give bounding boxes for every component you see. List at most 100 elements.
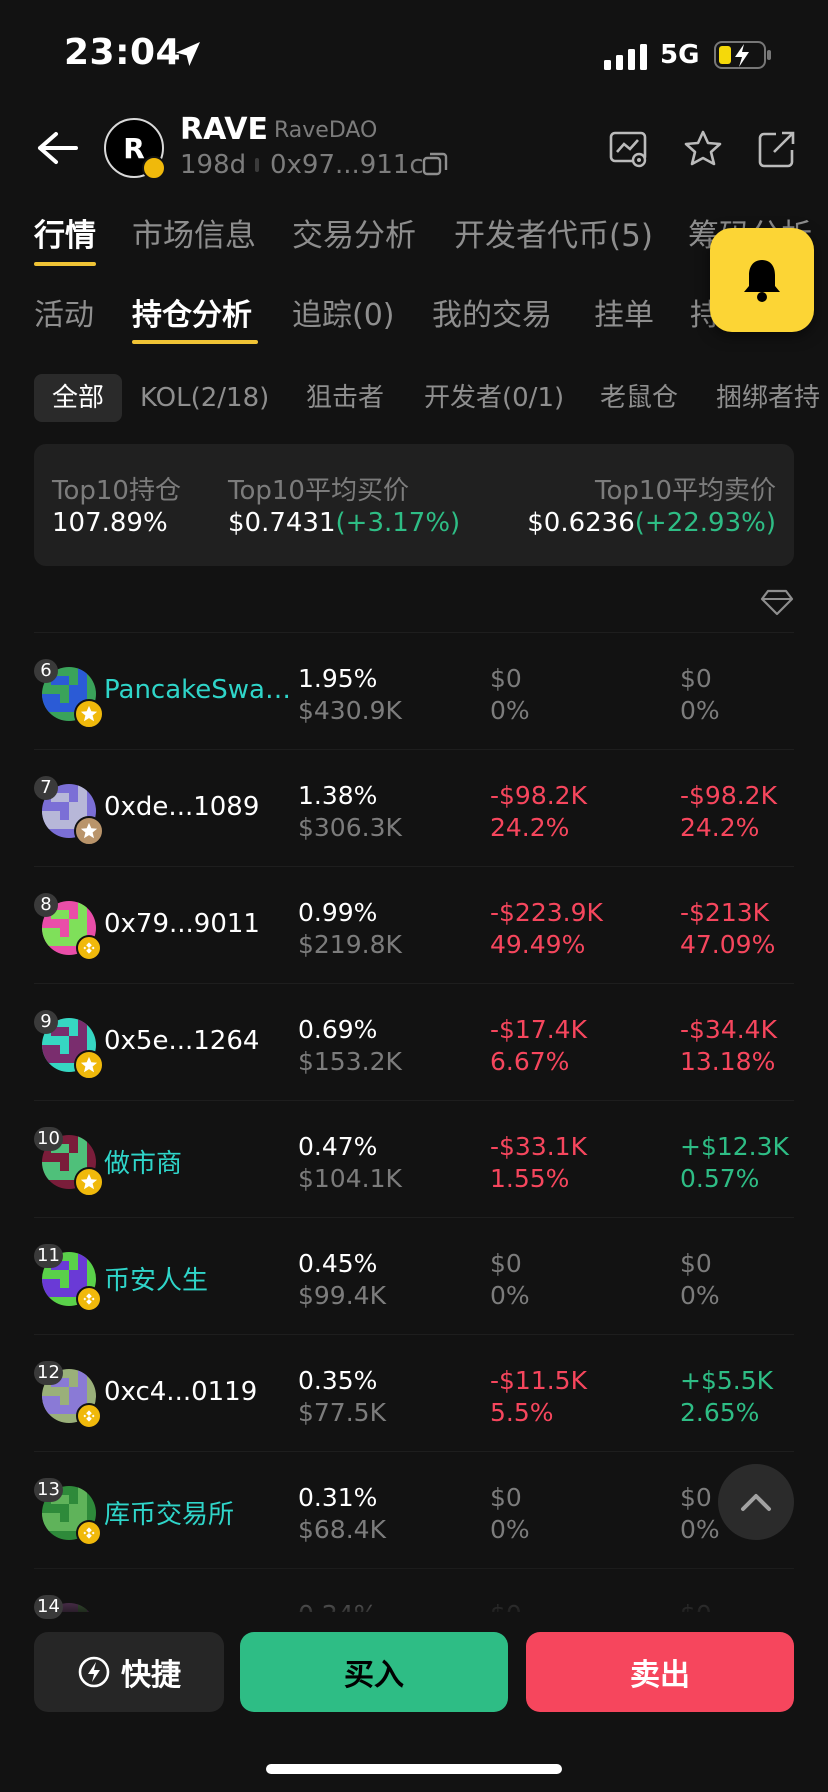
chevron-up-icon bbox=[741, 1494, 771, 1511]
bnb-chain-icon bbox=[76, 1286, 102, 1312]
chip-snipers[interactable]: 狙击者 bbox=[306, 374, 384, 422]
star-badge-icon bbox=[74, 699, 104, 729]
tab-market[interactable]: 行情 bbox=[34, 210, 96, 255]
holder-name[interactable]: 库币交易所 bbox=[104, 1494, 304, 1531]
back-arrow-icon[interactable] bbox=[34, 128, 80, 168]
pnl-column-1: -$223.9K 49.49% bbox=[490, 897, 603, 961]
holder-name[interactable]: PancakeSwap... bbox=[104, 675, 304, 705]
holder-rank: 14 bbox=[34, 1595, 63, 1619]
tab-trade-analysis[interactable]: 交易分析 bbox=[292, 210, 416, 255]
pnl-percent: 0% bbox=[680, 1515, 720, 1544]
pnl-percent: 6.67% bbox=[490, 1047, 570, 1076]
token-address: 0x97...911c bbox=[270, 150, 424, 180]
holder-rank: 10 bbox=[34, 1127, 63, 1151]
pnl-amount: $0 bbox=[680, 664, 712, 693]
pnl-percent: 2.65% bbox=[680, 1398, 760, 1427]
chip-kol[interactable]: KOL(2/18) bbox=[140, 374, 269, 422]
holder-name[interactable]: 做市商 bbox=[104, 1143, 304, 1180]
quick-trade-button[interactable]: 快捷 bbox=[34, 1632, 224, 1712]
home-indicator bbox=[266, 1764, 562, 1774]
token-name: RaveDAO bbox=[274, 118, 378, 143]
pnl-percent: 47.09% bbox=[680, 930, 776, 959]
cellular-signal-icon bbox=[604, 44, 647, 70]
bnb-chain-icon bbox=[76, 1403, 102, 1429]
holding-percent: 0.31% bbox=[298, 1483, 378, 1512]
scroll-top-button[interactable] bbox=[718, 1464, 794, 1540]
pnl-amount: $0 bbox=[680, 1483, 712, 1512]
holding-percent: 0.99% bbox=[298, 898, 378, 927]
star-favorite-icon[interactable] bbox=[682, 128, 724, 170]
subtab-activity[interactable]: 活动 bbox=[34, 290, 94, 334]
holder-name[interactable]: 币安人生 bbox=[104, 1260, 304, 1297]
pnl-amount: $0 bbox=[490, 1483, 522, 1512]
pnl-column-2: -$213K 47.09% bbox=[680, 897, 775, 961]
holder-name[interactable]: 0x79...9011 bbox=[104, 909, 304, 939]
holding-column: 0.99% $219.8K bbox=[298, 897, 402, 961]
holding-percent: 0.35% bbox=[298, 1366, 378, 1395]
chart-watch-icon[interactable] bbox=[608, 128, 650, 170]
chip-all[interactable]: 全部 bbox=[34, 374, 123, 422]
pnl-column-2: $0 0% bbox=[680, 1248, 720, 1312]
sell-label: 卖出 bbox=[630, 1658, 690, 1693]
subtab-tracking[interactable]: 追踪(0) bbox=[292, 290, 395, 334]
pnl-amount: +$12.3K bbox=[680, 1132, 789, 1161]
holder-row[interactable]: 12 0xc4...0119 0.35% $77.5K -$11.5K 5.5%… bbox=[34, 1334, 794, 1451]
pnl-percent: 0% bbox=[680, 696, 720, 725]
pnl-column-2: $0 0% bbox=[680, 663, 720, 727]
holder-row[interactable]: 6 PancakeSwap... 1.95% $430.9K $0 0% $0 … bbox=[34, 632, 794, 749]
alert-button[interactable] bbox=[710, 228, 814, 332]
star-badge-icon bbox=[74, 1050, 104, 1080]
pnl-column-1: $0 0% bbox=[490, 1248, 530, 1312]
network-type: 5G bbox=[660, 40, 700, 70]
diamond-icon[interactable] bbox=[760, 588, 794, 616]
location-arrow-icon bbox=[176, 42, 200, 66]
holding-column: 0.31% $68.4K bbox=[298, 1482, 386, 1546]
pnl-amount: -$98.2K bbox=[490, 781, 587, 810]
holder-rank: 13 bbox=[34, 1478, 63, 1502]
tab-dev-tokens[interactable]: 开发者代币(5) bbox=[454, 210, 653, 255]
tab-market-info[interactable]: 市场信息 bbox=[132, 210, 256, 255]
holder-rank: 12 bbox=[34, 1361, 63, 1385]
avg-sell-change: (+22.93%) bbox=[634, 508, 776, 538]
holder-name[interactable]: 0xc4...0119 bbox=[104, 1377, 304, 1407]
holder-row[interactable]: 13 库币交易所 0.31% $68.4K $0 0% $0 0% bbox=[34, 1451, 794, 1568]
pnl-percent: 24.2% bbox=[680, 813, 760, 842]
holder-row[interactable]: 8 0x79...9011 0.99% $219.8K -$223.9K 49.… bbox=[34, 866, 794, 983]
bottom-action-bar: 快捷 买入 卖出 bbox=[0, 1612, 828, 1792]
chip-bundlers[interactable]: 捆绑者持 bbox=[716, 374, 820, 422]
pnl-percent: 0.57% bbox=[680, 1164, 760, 1193]
holder-row[interactable]: 10 做市商 0.47% $104.1K -$33.1K 1.55% +$12.… bbox=[34, 1100, 794, 1217]
quick-trade-label: 快捷 bbox=[121, 1658, 181, 1693]
buy-label: 买入 bbox=[344, 1658, 404, 1693]
avg-buy-price: $0.7431 bbox=[228, 508, 336, 538]
copy-icon[interactable] bbox=[422, 152, 448, 178]
holder-name[interactable]: 0xde...1089 bbox=[104, 792, 304, 822]
holder-row[interactable]: 9 0x5e...1264 0.69% $153.2K -$17.4K 6.67… bbox=[34, 983, 794, 1100]
subtab-holdings[interactable]: 持仓分析 bbox=[132, 290, 252, 334]
list-fade bbox=[0, 1560, 828, 1620]
share-icon[interactable] bbox=[756, 128, 798, 170]
pnl-column-1: $0 0% bbox=[490, 1482, 530, 1546]
holding-column: 1.95% $430.9K bbox=[298, 663, 402, 727]
subtab-orders[interactable]: 挂单 bbox=[594, 290, 654, 334]
holding-column: 0.35% $77.5K bbox=[298, 1365, 386, 1429]
chip-insiders[interactable]: 老鼠仓 bbox=[600, 374, 678, 422]
bnb-chain-icon bbox=[76, 1520, 102, 1546]
holding-percent: 1.95% bbox=[298, 664, 378, 693]
holding-column: 1.38% $306.3K bbox=[298, 780, 402, 844]
subtab-underline bbox=[132, 340, 258, 344]
holding-value: $430.9K bbox=[298, 696, 402, 725]
token-avatar-letter: R bbox=[123, 131, 145, 165]
buy-button[interactable]: 买入 bbox=[240, 1632, 508, 1712]
pnl-amount: -$17.4K bbox=[490, 1015, 587, 1044]
sell-button[interactable]: 卖出 bbox=[526, 1632, 794, 1712]
holder-row[interactable]: 11 币安人生 0.45% $99.4K $0 0% $0 0% bbox=[34, 1217, 794, 1334]
pnl-amount: +$5.5K bbox=[680, 1366, 774, 1395]
chip-developers[interactable]: 开发者(0/1) bbox=[424, 374, 564, 422]
holder-name[interactable]: 0x5e...1264 bbox=[104, 1026, 304, 1056]
holding-percent: 0.69% bbox=[298, 1015, 378, 1044]
avg-sell-price: $0.6236 bbox=[527, 508, 635, 538]
holder-row[interactable]: 7 0xde...1089 1.38% $306.3K -$98.2K 24.2… bbox=[34, 749, 794, 866]
avg-buy-label: Top10平均买价 bbox=[228, 476, 409, 506]
subtab-my-trades[interactable]: 我的交易 bbox=[432, 290, 552, 334]
